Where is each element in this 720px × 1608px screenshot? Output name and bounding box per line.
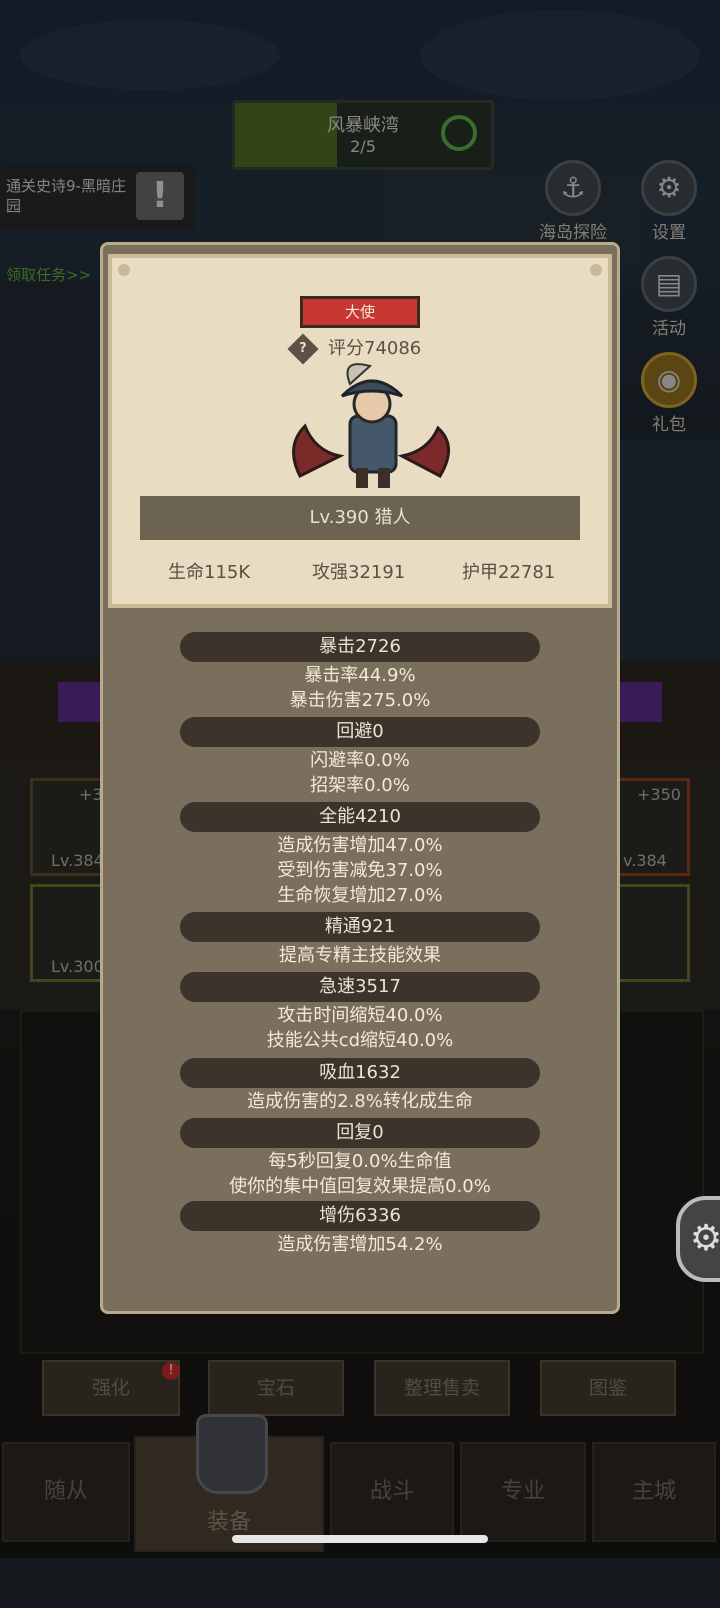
- mastery-header: 精通921: [180, 912, 540, 942]
- versatility-line: 受到伤害减免37.0%: [277, 860, 443, 881]
- haste-line: 技能公共cd缩短40.0%: [266, 1030, 454, 1051]
- mastery-line: 提高专精主技能效果: [279, 945, 441, 966]
- corner-rivet: [118, 264, 130, 276]
- crit-damage: 暴击伤害275.0%: [289, 690, 431, 711]
- armor-stat: 护甲22781: [462, 562, 556, 583]
- leech-line: 造成伤害的2.8%转化成生命: [247, 1091, 473, 1112]
- gear-icon[interactable]: ⚙: [676, 1196, 720, 1282]
- evade-rate: 闪避率0.0%: [310, 750, 410, 771]
- leech-header: 吸血1632: [180, 1058, 540, 1088]
- crit-header: 暴击2726: [180, 632, 540, 662]
- haste-line: 攻击时间缩短40.0%: [277, 1005, 443, 1026]
- corner-rivet: [590, 264, 602, 276]
- attack-stat: 攻强32191: [312, 562, 406, 583]
- dodge-header: 回避0: [180, 717, 540, 747]
- haste-header: 急速3517: [180, 972, 540, 1002]
- title-badge: 大使: [300, 296, 420, 328]
- damage-boost-line: 造成伤害增加54.2%: [277, 1234, 443, 1255]
- home-indicator[interactable]: [232, 1535, 488, 1543]
- hunter-avatar: [292, 363, 450, 488]
- parry-rate: 招架率0.0%: [310, 775, 410, 796]
- versatility-header: 全能4210: [180, 802, 540, 832]
- damage-boost-header: 增伤6336: [180, 1201, 540, 1231]
- regen-header: 回复0: [180, 1118, 540, 1148]
- regen-line: 使你的集中值回复效果提高0.0%: [229, 1176, 491, 1197]
- hp-stat: 生命115K: [168, 562, 251, 583]
- character-name: Lv.390 猎人: [140, 496, 580, 540]
- versatility-line: 生命恢复增加27.0%: [277, 885, 443, 906]
- regen-line: 每5秒回复0.0%生命值: [268, 1151, 452, 1172]
- crit-rate: 暴击率44.9%: [304, 665, 416, 686]
- versatility-line: 造成伤害增加47.0%: [277, 835, 443, 856]
